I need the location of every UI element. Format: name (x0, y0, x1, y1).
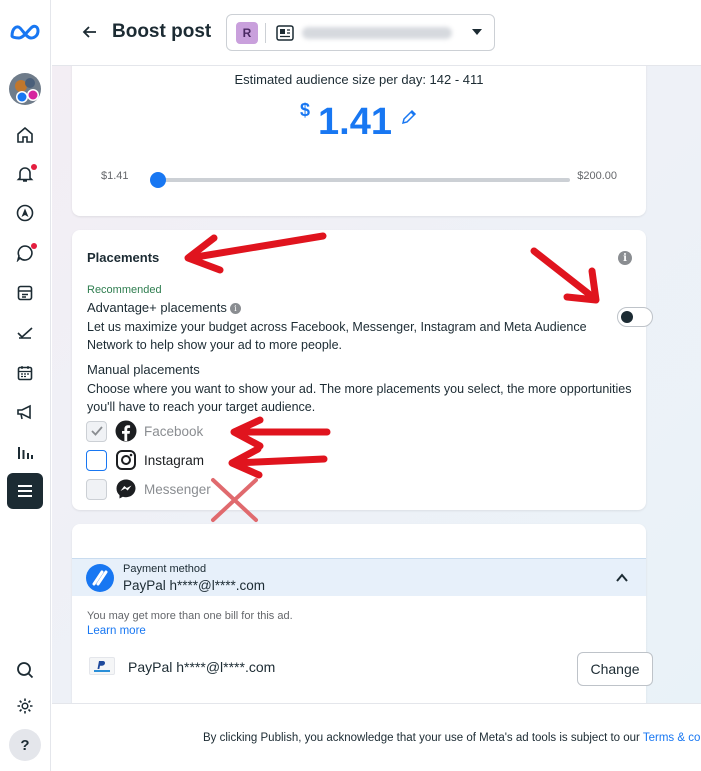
manual-placements-description: Choose where you want to show your ad. T… (87, 382, 632, 414)
main-content: Estimated audience size per day: 142 - 4… (52, 66, 701, 703)
advantage-placements-toggle[interactable] (617, 307, 653, 327)
placement-option-instagram[interactable]: Instagram (86, 449, 204, 471)
instagram-label: Instagram (144, 452, 205, 468)
publish-footer: By clicking Publish, you acknowledge tha… (52, 703, 701, 771)
footer-text: By clicking Publish, you acknowledge tha… (203, 732, 643, 744)
account-avatar[interactable] (8, 72, 42, 106)
payment-method-header[interactable]: Payment method PayPal h****@l****.com (72, 558, 646, 596)
all-tools-menu-button[interactable] (7, 473, 43, 509)
messenger-label: Messenger (144, 481, 211, 497)
megaphone-icon[interactable] (13, 400, 37, 424)
top-bar: Boost post R (52, 0, 701, 66)
calendar-icon[interactable] (13, 361, 37, 385)
meta-logo-icon[interactable] (10, 20, 40, 44)
toggle-knob (621, 311, 633, 323)
recommended-label: Recommended (87, 284, 162, 296)
currency-symbol: $ (300, 100, 311, 120)
chevron-down-icon (472, 29, 482, 35)
left-nav-rail: ? (0, 0, 51, 771)
inbox-dot (31, 243, 37, 249)
ads-center-icon[interactable] (13, 201, 37, 225)
facebook-logo-icon (114, 419, 138, 443)
advantage-info-icon[interactable]: i (229, 303, 241, 314)
advantage-placements-description: Let us maximize your budget across Faceb… (87, 320, 587, 352)
home-icon[interactable] (13, 123, 37, 147)
paypal-account-line: PayPal h****@l****.com (128, 659, 276, 675)
payment-card: Payment method PayPal h****@l****.com Yo… (72, 524, 653, 703)
placement-option-facebook[interactable]: Facebook (86, 420, 203, 442)
budget-value: 1.41 (318, 101, 392, 143)
terms-link[interactable]: Terms & conditi (643, 732, 701, 744)
messenger-checkbox[interactable] (86, 478, 107, 500)
budget-amount: $1.41 (72, 100, 646, 144)
page-name-redacted (302, 27, 452, 39)
page-selector-dropdown[interactable]: R (226, 14, 495, 51)
instagram-logo-icon (114, 448, 138, 472)
search-icon[interactable] (13, 658, 37, 682)
content-icon[interactable] (13, 281, 37, 305)
placements-heading: Placements (87, 250, 160, 265)
checkmark-icon (90, 426, 103, 436)
advantage-title-text: Advantage+ placements (87, 300, 227, 315)
page-avatar: R (236, 22, 258, 44)
footer-disclaimer: By clicking Publish, you acknowledge tha… (203, 732, 701, 744)
budget-slider-track[interactable] (158, 178, 570, 182)
slider-max-label: $200.00 (577, 170, 617, 182)
placements-card: Placements i Recommended Advantage+ plac… (72, 230, 653, 510)
learn-more-link[interactable]: Learn more (87, 625, 146, 637)
messenger-logo-icon (114, 477, 138, 501)
budget-slider-thumb[interactable] (150, 172, 166, 188)
notifications-icon[interactable] (13, 162, 37, 186)
manual-placements-title: Manual placements (87, 362, 200, 377)
insights-hand-icon[interactable] (13, 321, 37, 345)
placement-option-messenger[interactable]: Messenger (86, 478, 211, 500)
billing-note: You may get more than one bill for this … (87, 610, 293, 622)
facebook-label: Facebook (144, 423, 204, 439)
notification-dot (31, 164, 37, 170)
selector-divider (265, 23, 266, 43)
help-question-icon: ? (20, 736, 30, 754)
help-button[interactable]: ? (9, 729, 41, 761)
inbox-icon[interactable] (13, 241, 37, 265)
paypal-logo-icon (86, 564, 114, 592)
payment-method-label: Payment method (123, 563, 207, 575)
back-arrow-icon[interactable] (80, 22, 100, 42)
instagram-checkbox[interactable] (86, 449, 107, 471)
page-icon (276, 25, 294, 41)
analytics-icon[interactable] (13, 440, 37, 464)
audience-size-text: Estimated audience size per day: 142 - 4… (234, 72, 484, 87)
settings-gear-icon[interactable] (13, 694, 37, 718)
change-payment-button[interactable]: Change (577, 652, 653, 686)
page-title: Boost post (112, 21, 212, 42)
chevron-up-icon[interactable] (615, 571, 629, 585)
info-icon[interactable]: i (618, 251, 632, 265)
edit-pencil-icon[interactable] (400, 108, 418, 126)
slider-min-label: $1.41 (101, 170, 129, 182)
advantage-placements-title: Advantage+ placements i (87, 300, 241, 315)
facebook-checkbox[interactable] (86, 420, 107, 442)
payment-method-value: PayPal h****@l****.com (123, 578, 266, 593)
paypal-small-logo-icon (89, 657, 115, 675)
budget-card: Estimated audience size per day: 142 - 4… (72, 66, 646, 216)
